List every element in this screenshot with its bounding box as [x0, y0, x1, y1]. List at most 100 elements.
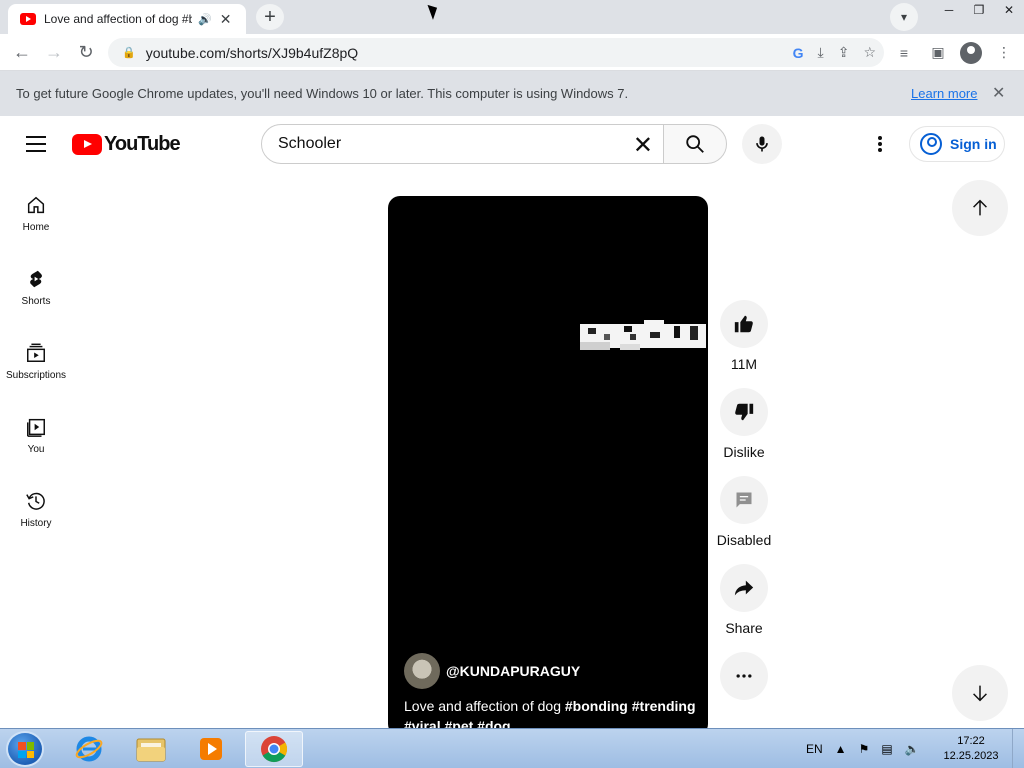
new-tab-button[interactable]: + — [256, 4, 284, 30]
taskbar-internet-explorer[interactable] — [60, 731, 118, 767]
bookmark-star-icon[interactable]: ☆ — [863, 44, 876, 61]
dislike-button[interactable] — [720, 388, 768, 436]
system-clock[interactable]: 17:22 12.25.2023 — [936, 734, 1006, 764]
subscriptions-icon — [27, 343, 45, 362]
home-icon — [27, 196, 45, 214]
network-icon[interactable]: ▤ — [881, 742, 892, 756]
sign-in-button[interactable]: Sign in — [909, 126, 1005, 162]
close-window-icon[interactable]: ✕ — [994, 0, 1024, 20]
channel-info[interactable]: @KUNDAPURAGUY — [404, 653, 580, 689]
voice-search-button[interactable] — [742, 124, 782, 164]
media-control-icon[interactable]: ≡ — [892, 45, 916, 61]
share-icon — [734, 580, 754, 596]
share-action[interactable]: Share — [716, 564, 772, 636]
like-count: 11M — [730, 356, 758, 372]
language-indicator[interactable]: EN — [806, 742, 823, 756]
pixelated-overlay — [580, 320, 706, 350]
hashtags-line-1[interactable]: #bonding #trending — [565, 698, 696, 714]
media-player-icon — [200, 738, 222, 760]
windows-logo-icon — [18, 742, 34, 758]
more-action[interactable] — [716, 652, 772, 700]
more-horizontal-icon — [736, 674, 752, 678]
browser-toolbar: ← → ↻ 🔒 youtube.com/shorts/XJ9b4ufZ8pQ G… — [0, 34, 1024, 71]
profile-avatar-icon[interactable] — [960, 41, 982, 64]
internet-explorer-icon — [75, 736, 103, 762]
google-icon[interactable]: G — [793, 45, 804, 61]
lock-icon[interactable]: 🔒 — [122, 46, 136, 59]
search-button[interactable] — [663, 124, 727, 164]
youtube-logo[interactable]: YouTube — [72, 133, 181, 156]
minimize-icon[interactable]: ─ — [934, 0, 964, 20]
clock-date: 12.25.2023 — [943, 750, 999, 762]
like-action[interactable]: 11M — [716, 300, 772, 372]
sidebar-item-you[interactable]: You — [0, 394, 72, 468]
start-button[interactable] — [6, 731, 44, 767]
show-hidden-icons-icon[interactable]: ▲ — [835, 742, 847, 756]
speaker-icon[interactable]: 🔊 — [198, 13, 212, 26]
taskbar-explorer[interactable] — [122, 731, 180, 767]
clock-time: 17:22 — [957, 735, 985, 747]
like-button[interactable] — [720, 300, 768, 348]
tab-strip: Love and affection of dog #b 🔊 ✕ + ▾ ─ ❐… — [0, 0, 1024, 34]
arrow-up-icon — [973, 199, 987, 216]
next-short-button[interactable] — [952, 665, 1008, 721]
back-button[interactable]: ← — [6, 36, 38, 68]
share-page-icon[interactable]: ⇪ — [838, 44, 850, 61]
url-text: youtube.com/shorts/XJ9b4ufZ8pQ — [145, 44, 359, 61]
learn-more-link[interactable]: Learn more — [911, 86, 977, 101]
side-panel-icon[interactable]: ▣ — [926, 44, 950, 61]
tab-title: Love and affection of dog #b — [44, 12, 192, 26]
action-center-icon[interactable]: ⚑ — [859, 742, 870, 756]
menu-icon[interactable] — [26, 136, 46, 152]
forward-button[interactable]: → — [38, 36, 70, 68]
system-tray: EN ▲ ⚑ ▤ 🔈 — [806, 729, 920, 768]
windows-taskbar: EN ▲ ⚑ ▤ 🔈 17:22 12.25.2023 — [0, 728, 1024, 768]
comments-action[interactable]: Disabled — [716, 476, 772, 548]
channel-name[interactable]: @KUNDAPURAGUY — [446, 663, 580, 679]
channel-avatar[interactable] — [404, 653, 440, 689]
taskbar-media-player[interactable] — [182, 731, 240, 767]
search-input[interactable]: Schooler ✕ — [261, 124, 664, 164]
share-button[interactable] — [720, 564, 768, 612]
share-label: Share — [725, 620, 763, 636]
show-desktop-button[interactable] — [1012, 729, 1024, 768]
install-icon[interactable]: ⤓ — [818, 44, 824, 61]
comments-button[interactable] — [720, 476, 768, 524]
update-infobar: To get future Google Chrome updates, you… — [0, 71, 1024, 116]
sidebar-item-shorts[interactable]: Shorts — [0, 246, 72, 320]
address-bar[interactable]: 🔒 youtube.com/shorts/XJ9b4ufZ8pQ G ⤓ ⇪ ☆ — [108, 38, 884, 67]
you-icon — [27, 418, 45, 437]
youtube-play-icon — [72, 134, 102, 155]
infobar-message: To get future Google Chrome updates, you… — [16, 86, 629, 101]
previous-short-button[interactable] — [952, 180, 1008, 236]
sidebar-item-history[interactable]: History — [0, 468, 72, 542]
more-options-button[interactable] — [720, 652, 768, 700]
close-infobar-icon[interactable]: ✕ — [992, 83, 1005, 103]
settings-menu-icon[interactable] — [870, 134, 890, 154]
clear-search-icon[interactable]: ✕ — [633, 131, 653, 160]
sidebar-item-subscriptions[interactable]: Subscriptions — [0, 320, 72, 394]
account-icon — [920, 133, 942, 155]
shorts-video-player[interactable]: @KUNDAPURAGUY Love and affection of dog … — [388, 196, 708, 736]
guide-sidebar: Home Shorts Subscriptions You History — [0, 172, 72, 542]
chrome-menu-icon[interactable]: ⋮ — [992, 44, 1016, 61]
window-controls: ─ ❐ ✕ — [934, 0, 1024, 20]
restore-icon[interactable]: ❐ — [964, 0, 994, 20]
microphone-icon — [756, 136, 768, 152]
close-tab-icon[interactable]: ✕ — [220, 11, 232, 28]
dislike-label: Dislike — [723, 444, 765, 460]
sidebar-item-home[interactable]: Home — [0, 172, 72, 246]
search-icon — [686, 135, 704, 153]
taskbar-chrome[interactable] — [245, 731, 303, 767]
reload-button[interactable]: ↻ — [70, 36, 102, 68]
tab-search-button[interactable]: ▾ — [890, 3, 918, 31]
volume-muted-icon[interactable]: 🔈 — [905, 742, 920, 756]
search-query: Schooler — [278, 135, 342, 152]
shorts-icon — [30, 270, 42, 288]
comments-label: Disabled — [716, 532, 772, 548]
history-icon — [26, 492, 45, 510]
dislike-action[interactable]: Dislike — [716, 388, 772, 460]
youtube-header: YouTube Schooler ✕ Sign in — [0, 116, 1024, 172]
thumbs-up-icon — [734, 315, 753, 333]
browser-tab[interactable]: Love and affection of dog #b 🔊 ✕ — [8, 4, 246, 34]
